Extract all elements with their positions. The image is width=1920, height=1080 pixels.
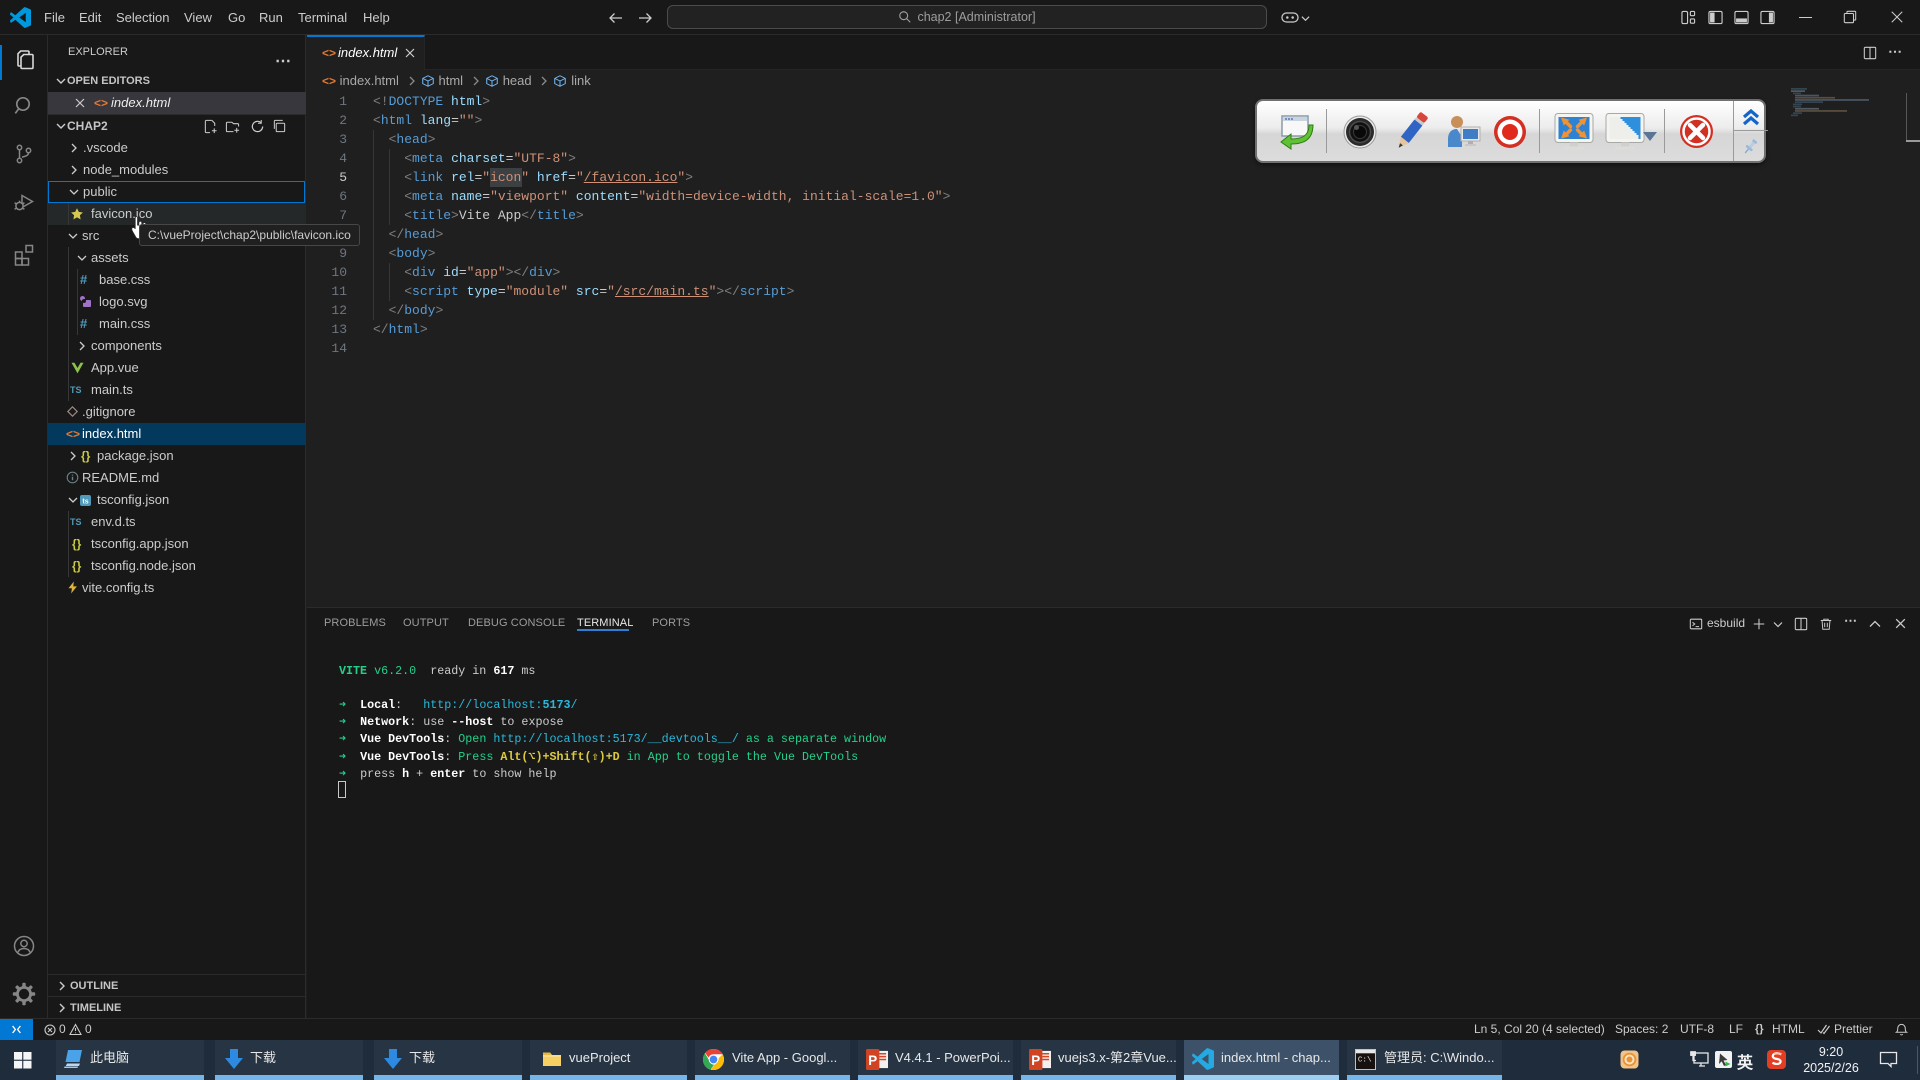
svg-text:P: P	[1031, 1053, 1040, 1068]
svg-text:P: P	[868, 1053, 877, 1068]
svg-text:C:\: C:\	[1358, 1056, 1372, 1064]
svg-text:ts: ts	[82, 499, 88, 506]
